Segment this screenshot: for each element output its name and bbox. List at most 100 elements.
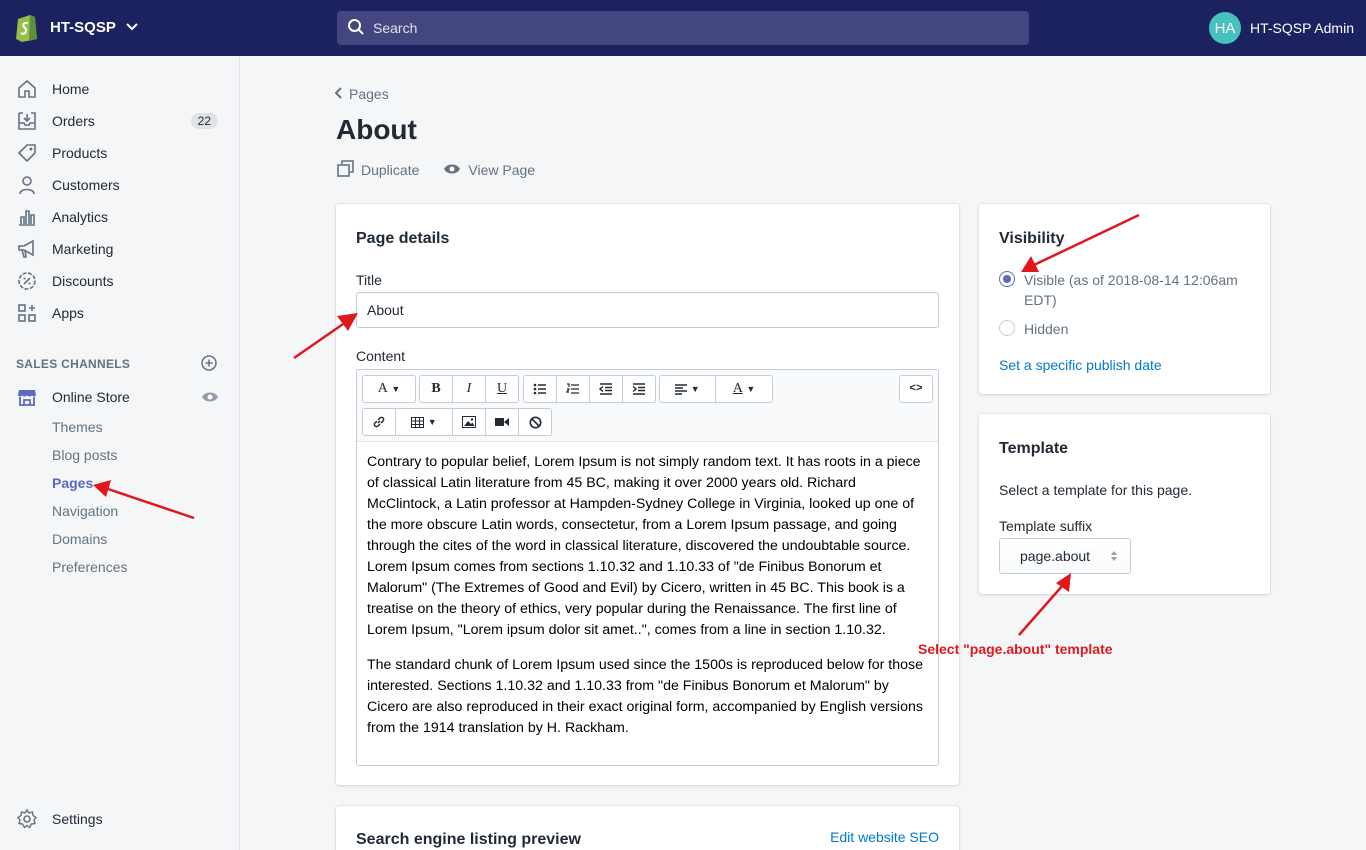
underline-button[interactable]: U xyxy=(486,376,518,402)
source-group: <> xyxy=(899,375,933,403)
store-icon xyxy=(16,386,38,408)
indent-button[interactable] xyxy=(623,376,655,402)
insert-link-button[interactable] xyxy=(363,409,396,435)
chevron-down-icon xyxy=(126,23,138,31)
insert-image-button[interactable] xyxy=(453,409,486,435)
sidebar-sub-preferences[interactable]: Preferences xyxy=(52,559,127,575)
sidebar-item-home[interactable]: Home xyxy=(16,75,224,103)
visibility-heading: Visibility xyxy=(999,230,1065,247)
sidebar-item-label: Discounts xyxy=(52,273,114,289)
sidebar-item-label: Marketing xyxy=(52,241,114,257)
content-label: Content xyxy=(356,348,406,364)
sidebar-item-orders[interactable]: Orders 22 xyxy=(16,107,224,135)
numbered-list-button[interactable] xyxy=(557,376,590,402)
view-page-label: View Page xyxy=(468,162,536,178)
sidebar-item-label: Settings xyxy=(52,811,103,827)
sidebar-item-analytics[interactable]: Analytics xyxy=(16,203,224,231)
hidden-radio-label: Hidden xyxy=(1024,321,1069,337)
shopify-logo-icon xyxy=(14,12,40,42)
chevron-left-icon xyxy=(334,86,343,102)
align-color-group: ▼ A ▼ xyxy=(659,375,773,403)
title-label: Title xyxy=(356,272,382,288)
sidebar-item-discounts[interactable]: Discounts xyxy=(16,267,224,295)
store-switcher[interactable]: HT-SQSP xyxy=(14,12,138,42)
page-details-heading: Page details xyxy=(356,230,450,247)
sidebar-item-label: Apps xyxy=(52,305,84,321)
template-card: Template Select a template for this page… xyxy=(979,414,1270,594)
annotation-text: Select "page.about" template xyxy=(918,641,1113,657)
seo-heading: Search engine listing preview xyxy=(356,831,581,848)
visible-radio-label: Visible (as of 2018-08-14 12:06am EDT) xyxy=(1024,272,1238,308)
outdent-icon xyxy=(599,383,612,395)
image-icon xyxy=(462,416,476,428)
html-source-button[interactable]: <> xyxy=(900,376,932,402)
megaphone-icon xyxy=(16,238,38,260)
duplicate-icon xyxy=(337,160,354,180)
page-title: About xyxy=(336,114,417,145)
sidebar-item-online-store[interactable]: Online Store xyxy=(16,383,224,411)
hidden-radio[interactable]: Hidden xyxy=(999,319,1068,339)
text-color-icon: A xyxy=(732,381,743,396)
content-paragraph: The standard chunk of Lorem Ipsum used s… xyxy=(367,657,924,736)
visible-radio[interactable]: Visible (as of 2018-08-14 12:06am EDT) xyxy=(999,270,1249,310)
sidebar-item-settings[interactable]: Settings xyxy=(16,805,224,833)
duplicate-label: Duplicate xyxy=(361,162,420,178)
template-heading: Template xyxy=(999,440,1069,457)
template-suffix-select[interactable]: page.about xyxy=(999,538,1131,574)
breadcrumb[interactable]: Pages xyxy=(334,86,389,102)
sidebar-sub-navigation[interactable]: Navigation xyxy=(52,503,118,519)
add-channel-icon[interactable] xyxy=(201,355,217,376)
insert-video-button[interactable] xyxy=(486,409,519,435)
font-style-dropdown[interactable]: A ▼ xyxy=(363,376,415,402)
clear-formatting-button[interactable] xyxy=(519,409,551,435)
gear-icon xyxy=(16,808,38,830)
clear-format-icon xyxy=(528,415,542,429)
rich-text-editor[interactable]: A ▼ B I U ▼ A ▼ <> ▼ Contrary to popular… xyxy=(356,369,939,766)
page-actions: Duplicate View Page xyxy=(337,160,535,180)
search-input[interactable] xyxy=(373,20,973,36)
editor-content[interactable]: Contrary to popular belief, Lorem Ipsum … xyxy=(367,452,929,753)
user-menu[interactable]: HA HT-SQSP Admin xyxy=(1208,12,1354,44)
bold-button[interactable]: B xyxy=(420,376,453,402)
person-icon xyxy=(16,174,38,196)
duplicate-button[interactable]: Duplicate xyxy=(337,160,419,180)
page-details-card: Page details Title Content A ▼ B I U ▼ A… xyxy=(336,204,959,785)
visibility-card: Visibility Visible (as of 2018-08-14 12:… xyxy=(979,204,1270,394)
sidebar-sub-pages[interactable]: Pages xyxy=(52,475,93,491)
italic-button[interactable]: I xyxy=(453,376,486,402)
sidebar-item-apps[interactable]: Apps xyxy=(16,299,224,327)
sidebar-sub-domains[interactable]: Domains xyxy=(52,531,107,547)
list-group xyxy=(523,375,656,403)
outdent-button[interactable] xyxy=(590,376,623,402)
sidebar-item-marketing[interactable]: Marketing xyxy=(16,235,224,263)
edit-seo-link[interactable]: Edit website SEO xyxy=(830,829,939,845)
eye-icon xyxy=(443,162,461,179)
search-bar[interactable] xyxy=(337,11,1029,45)
title-input[interactable] xyxy=(356,292,939,328)
search-icon xyxy=(347,18,373,39)
text-color-dropdown[interactable]: A ▼ xyxy=(716,376,772,402)
view-store-eye-icon[interactable] xyxy=(201,390,219,409)
insert-table-dropdown[interactable]: ▼ xyxy=(396,409,453,435)
text-format-group: B I U xyxy=(419,375,519,403)
store-name: HT-SQSP xyxy=(50,18,116,36)
breadcrumb-label: Pages xyxy=(349,86,389,102)
apps-icon xyxy=(16,302,38,324)
sidebar-item-label: Online Store xyxy=(52,389,130,405)
bullet-list-icon xyxy=(533,383,546,395)
publish-date-link[interactable]: Set a specific publish date xyxy=(999,357,1162,373)
align-dropdown[interactable]: ▼ xyxy=(660,376,716,402)
video-icon xyxy=(495,418,509,426)
sidebar-sub-blog-posts[interactable]: Blog posts xyxy=(52,447,117,463)
view-page-button[interactable]: View Page xyxy=(443,160,535,180)
sidebar-item-customers[interactable]: Customers xyxy=(16,171,224,199)
orders-count-badge: 22 xyxy=(190,113,218,129)
bullet-list-button[interactable] xyxy=(524,376,557,402)
sidebar-sub-themes[interactable]: Themes xyxy=(52,419,103,435)
sidebar-item-products[interactable]: Products xyxy=(16,139,224,167)
home-icon xyxy=(16,78,38,100)
sidebar-item-label: Orders xyxy=(52,113,95,129)
orders-icon xyxy=(16,110,38,132)
align-left-icon xyxy=(675,383,688,395)
sidebar-item-label: Home xyxy=(52,81,90,97)
